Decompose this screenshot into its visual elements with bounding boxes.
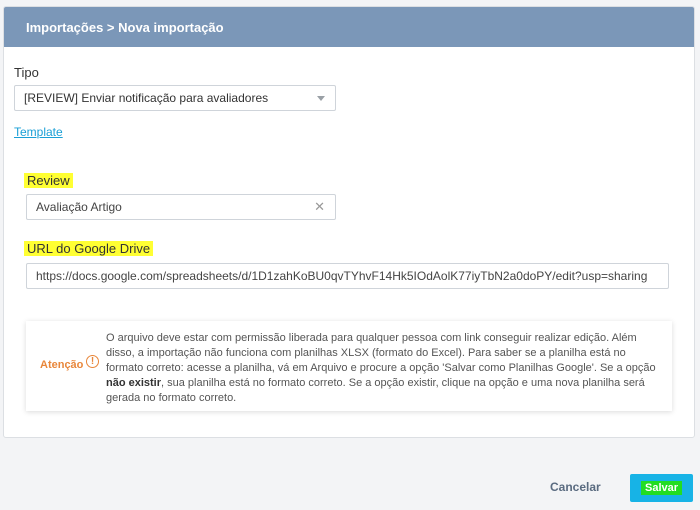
cancel-button[interactable]: Cancelar [550, 480, 601, 494]
url-input[interactable]: https://docs.google.com/spreadsheets/d/1… [26, 263, 669, 289]
template-link[interactable]: Template [14, 125, 63, 139]
alert-label: Atenção [40, 359, 84, 371]
import-card: Importações > Nova importação Tipo [REVI… [3, 6, 695, 438]
type-select[interactable]: [REVIEW] Enviar notificação para avaliad… [14, 85, 336, 111]
review-label: Review [24, 173, 73, 188]
type-label: Tipo [14, 65, 39, 80]
alert-text-part2: , sua planilha está no formato correto. … [106, 377, 645, 404]
alert-text: O arquivo deve estar com permissão liber… [106, 331, 662, 406]
alert-icon: ! [86, 355, 99, 368]
close-icon[interactable]: ✕ [314, 199, 325, 215]
review-label-text: Review [24, 173, 73, 188]
breadcrumb: Importações > Nova importação [26, 19, 224, 35]
url-input-value: https://docs.google.com/spreadsheets/d/1… [36, 269, 648, 283]
save-button[interactable]: Salvar [630, 474, 693, 502]
review-select[interactable]: Avaliação Artigo ✕ [26, 194, 336, 220]
page-title: Importações > Nova importação [4, 7, 694, 47]
review-select-value: Avaliação Artigo [36, 200, 122, 214]
url-label: URL do Google Drive [24, 241, 154, 256]
alert-text-part1: O arquivo deve estar com permissão liber… [106, 332, 656, 374]
type-select-value: [REVIEW] Enviar notificação para avaliad… [24, 91, 269, 105]
alert-text-bold: não existir [106, 377, 162, 389]
save-button-label: Salvar [640, 481, 683, 495]
chevron-down-icon [317, 96, 325, 101]
attention-alert: Atenção ! O arquivo deve estar com permi… [26, 321, 672, 411]
url-label-text: URL do Google Drive [24, 241, 154, 256]
